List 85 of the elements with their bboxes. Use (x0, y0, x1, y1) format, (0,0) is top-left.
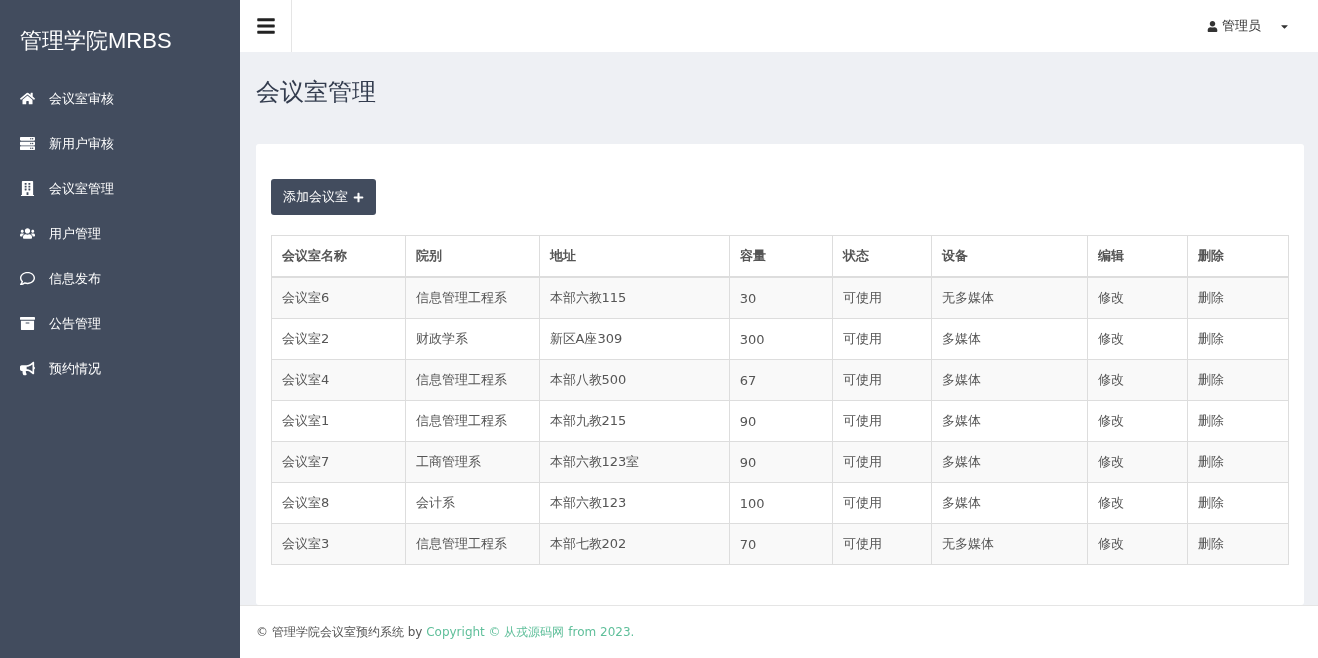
server-icon (20, 136, 35, 151)
table-cell: 本部六教115 (539, 277, 730, 319)
table-cell: 可使用 (832, 359, 932, 401)
edit-link[interactable]: 修改 (1087, 318, 1188, 360)
sidebar-item[interactable]: 公告管理 (0, 301, 240, 346)
table-cell: 会计系 (405, 482, 539, 524)
users-icon (20, 226, 35, 241)
edit-link[interactable]: 修改 (1087, 523, 1188, 565)
edit-link[interactable]: 修改 (1087, 482, 1188, 524)
archive-icon (20, 316, 35, 331)
edit-link[interactable]: 修改 (1087, 277, 1188, 319)
table-cell: 90 (729, 400, 833, 442)
sidebar-label: 用户管理 (49, 224, 101, 243)
table-cell: 信息管理工程系 (405, 400, 539, 442)
table-cell: 70 (729, 523, 833, 565)
sidebar-item[interactable]: 会议室审核 (0, 76, 240, 121)
table-cell: 可使用 (832, 523, 932, 565)
table-cell: 300 (729, 318, 833, 360)
table-cell: 会议室4 (271, 359, 406, 401)
table-cell: 多媒体 (931, 359, 1088, 401)
sidebar-label: 新用户审核 (49, 134, 114, 153)
table-cell: 会议室1 (271, 400, 406, 442)
menu-icon (255, 16, 276, 36)
table-cell: 信息管理工程系 (405, 523, 539, 565)
speech-bubble-icon (20, 271, 35, 286)
table-cell: 信息管理工程系 (405, 359, 539, 401)
sidebar-item[interactable]: 新用户审核 (0, 121, 240, 166)
building-icon (20, 181, 35, 196)
table-cell: 财政学系 (405, 318, 539, 360)
table-cell: 可使用 (832, 441, 932, 483)
sidebar-item[interactable]: 信息发布 (0, 256, 240, 301)
table-cell: 多媒体 (931, 441, 1088, 483)
page-title: 会议室管理 (256, 77, 377, 108)
table-cell: 多媒体 (931, 482, 1088, 524)
table-cell: 本部八教500 (539, 359, 730, 401)
table-cell: 多媒体 (931, 400, 1088, 442)
delete-link[interactable]: 删除 (1187, 277, 1289, 319)
add-room-button[interactable]: 添加会议室 (271, 179, 376, 215)
home-icon (20, 91, 35, 106)
delete-link[interactable]: 删除 (1187, 400, 1289, 442)
brand-title: 管理学院MRBS (19, 27, 173, 55)
table-cell: 可使用 (832, 318, 932, 360)
table-cell: 无多媒体 (931, 277, 1088, 319)
table-cell: 本部七教202 (539, 523, 730, 565)
sidebar-item[interactable]: 用户管理 (0, 211, 240, 256)
table-cell: 本部六教123 (539, 482, 730, 524)
sidebar-label: 信息发布 (49, 269, 101, 288)
delete-link[interactable]: 删除 (1187, 523, 1289, 565)
table-cell: 100 (729, 482, 833, 524)
delete-link[interactable]: 删除 (1187, 482, 1289, 524)
sidebar-item[interactable]: 会议室管理 (0, 166, 240, 211)
table-cell: 会议室7 (271, 441, 406, 483)
table-cell: 工商管理系 (405, 441, 539, 483)
table-cell: 会议室8 (271, 482, 406, 524)
table-cell: 会议室2 (271, 318, 406, 360)
table-cell: 可使用 (832, 482, 932, 524)
table-cell: 多媒体 (931, 318, 1088, 360)
table-cell: 新区A座309 (539, 318, 730, 360)
table-cell: 30 (729, 277, 833, 319)
table-cell: 信息管理工程系 (405, 277, 539, 319)
table-cell: 本部六教123室 (539, 441, 730, 483)
table-cell: 无多媒体 (931, 523, 1088, 565)
user-menu[interactable]: 管理员 (1201, 16, 1296, 36)
table-cell: 可使用 (832, 400, 932, 442)
footer-text: © 管理学院会议室预约系统 by Copyright © 从戎源码网 from 2023. (256, 623, 635, 641)
sidebar-label: 会议室审核 (49, 89, 114, 108)
delete-link[interactable]: 删除 (1187, 441, 1289, 483)
table-cell: 90 (729, 441, 833, 483)
megaphone-icon (20, 361, 35, 376)
table-cell: 会议室6 (271, 277, 406, 319)
table-cell: 67 (729, 359, 833, 401)
table-cell: 本部九教215 (539, 400, 730, 442)
plus-icon (353, 191, 364, 203)
edit-link[interactable]: 修改 (1087, 359, 1188, 401)
delete-link[interactable]: 删除 (1187, 318, 1289, 360)
edit-link[interactable]: 修改 (1087, 400, 1188, 442)
user-icon (1207, 20, 1218, 32)
edit-link[interactable]: 修改 (1087, 441, 1188, 483)
delete-link[interactable]: 删除 (1187, 359, 1289, 401)
table-cell: 会议室3 (271, 523, 406, 565)
sidebar-item[interactable]: 预约情况 (0, 346, 240, 391)
sidebar-label: 预约情况 (49, 359, 101, 378)
sidebar-label: 公告管理 (49, 314, 101, 333)
sidebar-label: 会议室管理 (49, 179, 114, 198)
table-cell: 可使用 (832, 277, 932, 319)
